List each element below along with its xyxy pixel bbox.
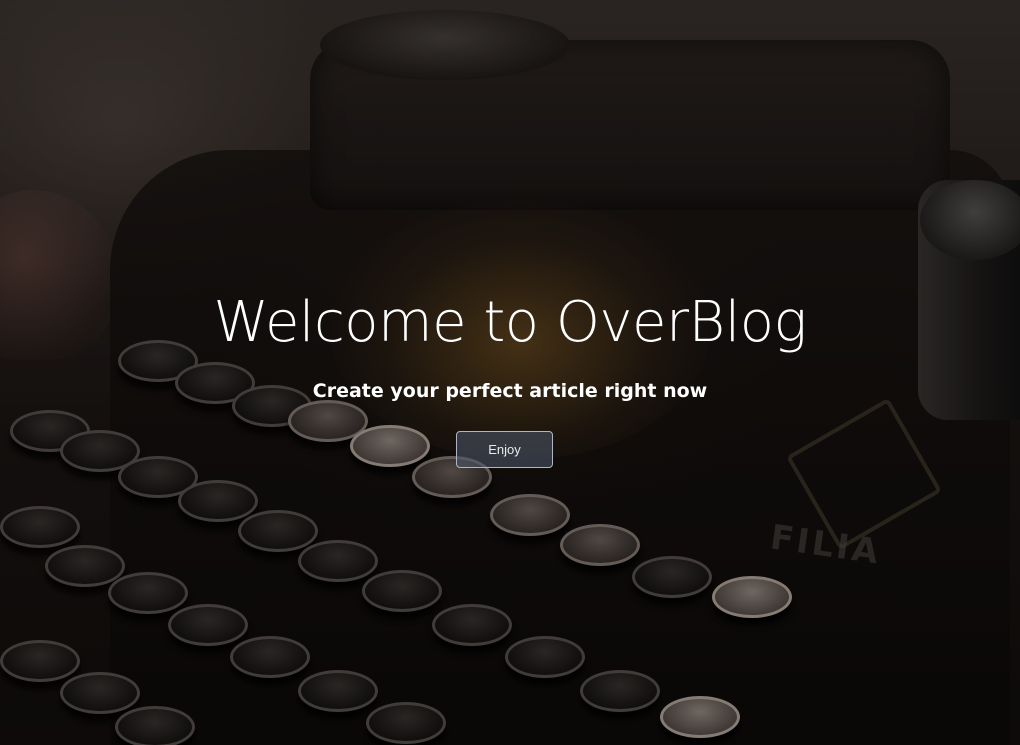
hero-content: Welcome to OverBlog Create your perfect … <box>0 0 1020 745</box>
hero-title: Welcome to OverBlog <box>213 290 807 355</box>
hero-subtitle: Create your perfect article right now <box>312 380 708 402</box>
hero-section: FILIA Welcome to OverBlog Create your pe… <box>0 0 1020 745</box>
enjoy-button[interactable]: Enjoy <box>456 431 553 468</box>
